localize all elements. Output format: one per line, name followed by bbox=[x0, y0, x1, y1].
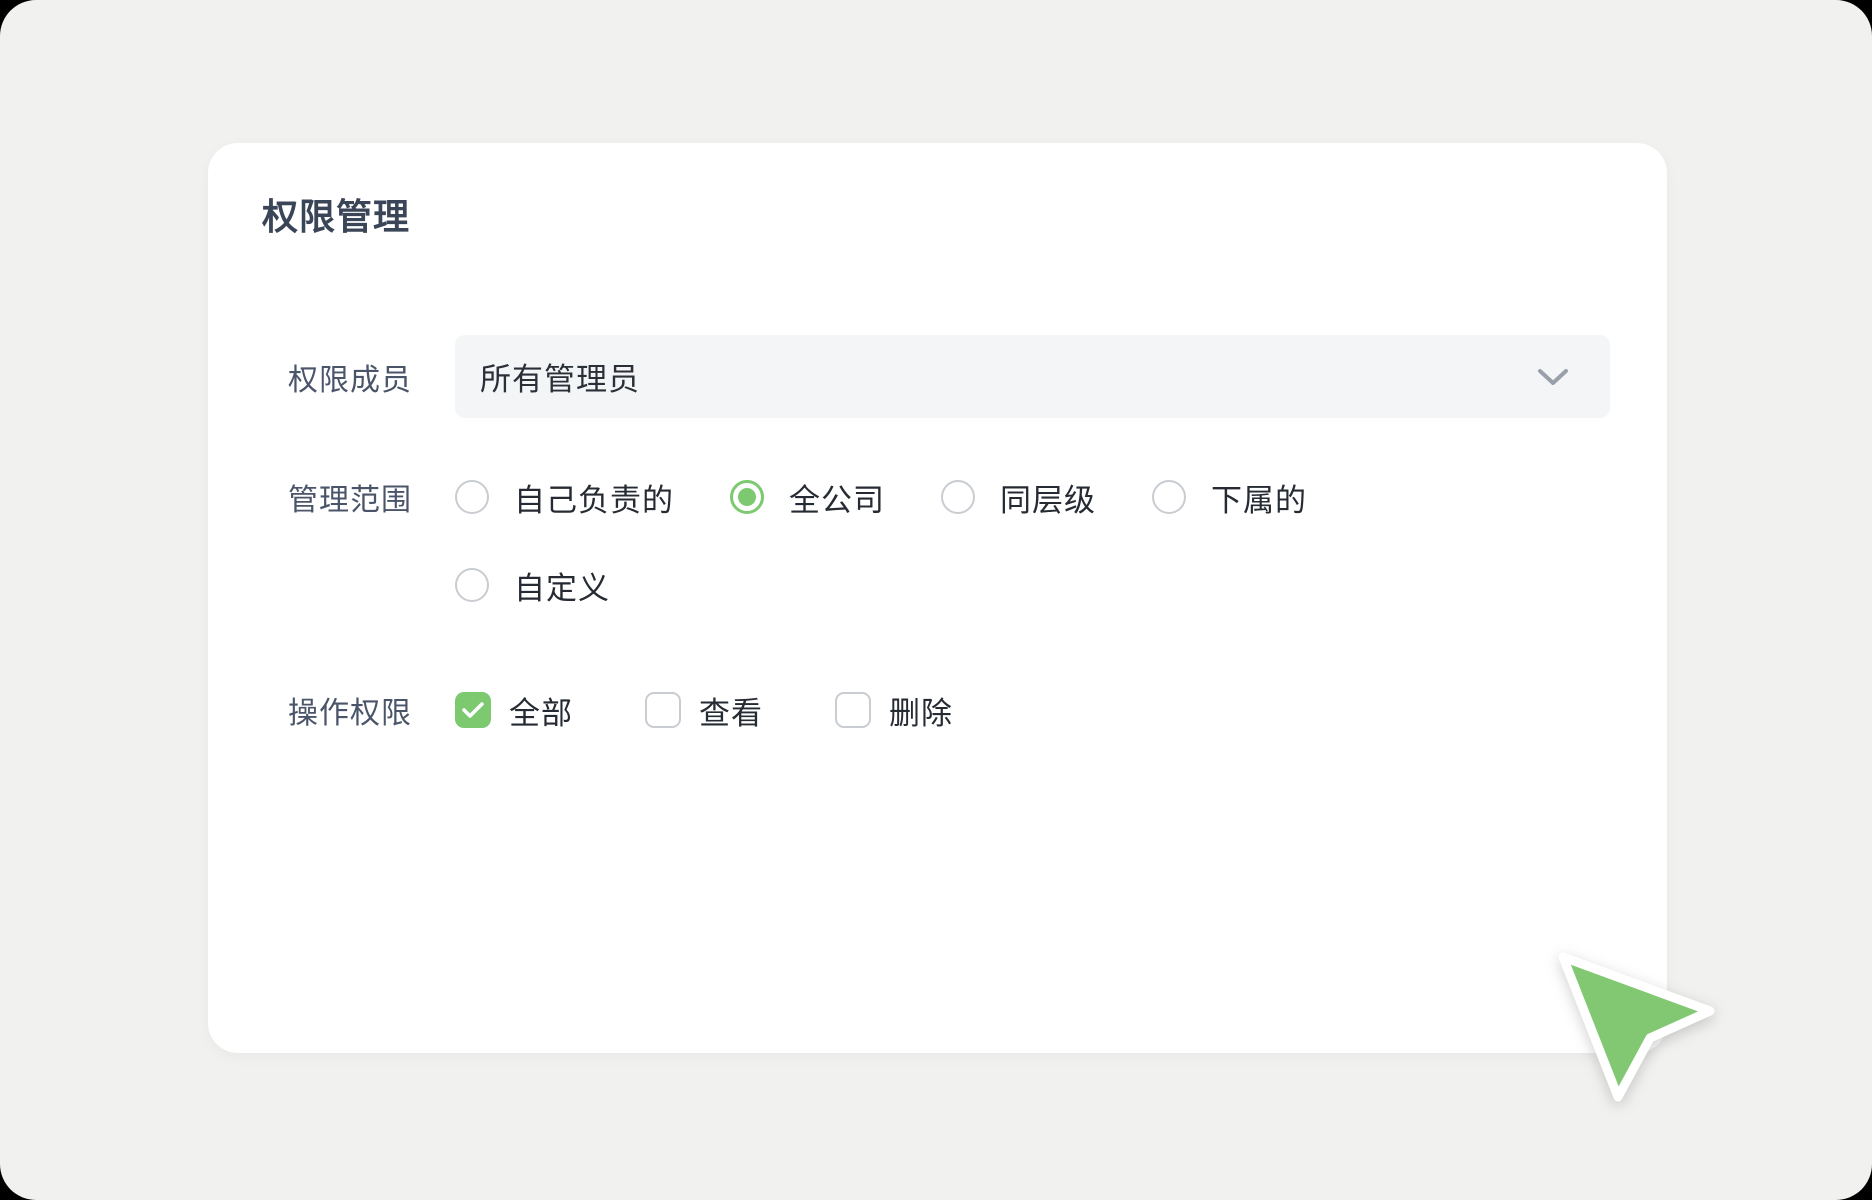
permission-option-label: 全部 bbox=[509, 688, 573, 733]
scope-option-label: 同层级 bbox=[1000, 475, 1096, 520]
permission-options: 全部 查看 删除 bbox=[455, 684, 953, 736]
checkbox-unchecked-icon[interactable] bbox=[645, 692, 681, 728]
permissions-label: 操作权限 bbox=[288, 684, 412, 736]
permission-option-label: 查看 bbox=[699, 688, 763, 733]
permission-checkbox-option-1[interactable]: 全部 bbox=[455, 688, 573, 733]
scope-radio-option-5[interactable]: 自定义 bbox=[455, 563, 610, 608]
permission-checkbox-option-2[interactable]: 查看 bbox=[645, 688, 763, 733]
radio-unselected-icon[interactable] bbox=[1152, 480, 1186, 514]
scope-radio-option-3[interactable]: 同层级 bbox=[941, 475, 1096, 520]
permission-checkbox-option-3[interactable]: 删除 bbox=[835, 688, 953, 733]
permission-option-label: 删除 bbox=[889, 688, 953, 733]
radio-selected-icon[interactable] bbox=[730, 480, 764, 514]
scope-radio-option-2[interactable]: 全公司 bbox=[730, 475, 885, 520]
radio-unselected-icon[interactable] bbox=[455, 480, 489, 514]
scope-radio-option-1[interactable]: 自己负责的 bbox=[455, 475, 674, 520]
scope-option-label: 下属的 bbox=[1211, 475, 1307, 520]
page-title: 权限管理 bbox=[262, 195, 410, 239]
radio-unselected-icon[interactable] bbox=[455, 568, 489, 602]
checkbox-checked-icon[interactable] bbox=[455, 692, 491, 728]
member-label: 权限成员 bbox=[288, 335, 412, 418]
scope-option-label: 自己负责的 bbox=[514, 475, 674, 520]
radio-dot bbox=[738, 488, 756, 506]
scope-option-label: 全公司 bbox=[789, 475, 885, 520]
radio-unselected-icon[interactable] bbox=[941, 480, 975, 514]
scope-option-label: 自定义 bbox=[514, 563, 610, 608]
checkbox-unchecked-icon[interactable] bbox=[835, 692, 871, 728]
scope-row-2: 自定义 bbox=[208, 559, 1667, 611]
checkmark-icon bbox=[462, 701, 484, 719]
member-select-value: 所有管理员 bbox=[480, 354, 1536, 399]
scope-options-row-2: 自定义 bbox=[455, 559, 610, 611]
member-select[interactable]: 所有管理员 bbox=[455, 335, 1610, 418]
scope-row: 管理范围 自己负责的 全公司 同层级 下属的 bbox=[208, 471, 1667, 523]
page-background: 权限管理 权限成员 所有管理员 管理范围 自己负责的全公司同层级下属的 自定义 … bbox=[0, 0, 1872, 1200]
permissions-row: 操作权限 全部 查看 删除 bbox=[208, 684, 1667, 736]
scope-label: 管理范围 bbox=[288, 471, 412, 523]
permission-card: 权限管理 权限成员 所有管理员 管理范围 自己负责的全公司同层级下属的 自定义 … bbox=[208, 143, 1667, 1053]
scope-radio-option-4[interactable]: 下属的 bbox=[1152, 475, 1307, 520]
member-row: 权限成员 所有管理员 bbox=[208, 335, 1667, 418]
scope-options-row-1: 自己负责的 全公司 同层级 下属的 bbox=[455, 471, 1307, 523]
chevron-down-icon[interactable] bbox=[1536, 367, 1570, 387]
